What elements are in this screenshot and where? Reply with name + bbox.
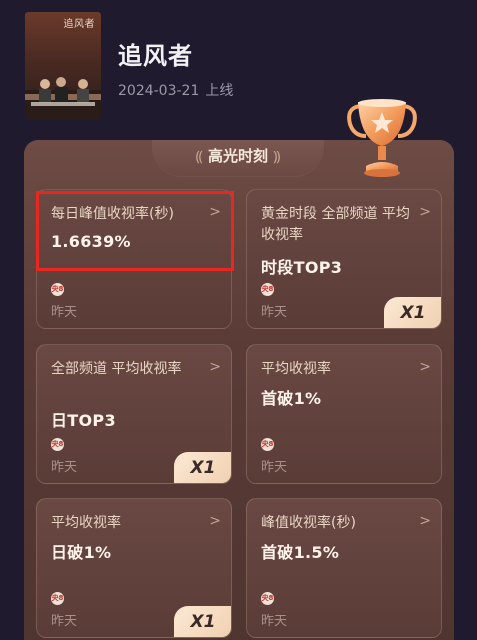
chevron-right-icon: > — [419, 359, 431, 375]
card-value: 日破1% — [51, 543, 112, 562]
count-badge: X1 — [384, 297, 441, 328]
highlights-title: ⸨ 高光时刻 ⸩ — [152, 145, 324, 166]
card-label: 黄金时段 全部频道 平均收视率 — [261, 206, 410, 243]
card-time: 昨天 — [51, 305, 78, 320]
highlight-card-2[interactable]: 黄金时段 全部频道 平均收视率 > 时段TOP3 央8 昨天 X1 — [246, 189, 442, 329]
cctv8-logo-icon: 央8 — [261, 283, 274, 296]
card-value: 首破1.5% — [261, 543, 340, 562]
release-info: 2024-03-21 上线 — [118, 80, 233, 100]
release-label: 上线 — [205, 83, 234, 99]
chevron-right-icon: > — [209, 359, 221, 375]
highlight-card-5[interactable]: 平均收视率 > 日破1% 央8 昨天 X1 — [36, 498, 232, 638]
card-value: 日TOP3 — [51, 411, 116, 430]
cctv8-logo-icon: 央8 — [51, 592, 64, 605]
card-value: 首破1% — [261, 389, 322, 408]
laurel-right-icon: ⸩ — [273, 149, 281, 165]
trophy-icon — [347, 99, 417, 177]
chevron-right-icon: > — [419, 513, 431, 529]
show-title: 追风者 — [118, 42, 193, 70]
card-time: 昨天 — [261, 305, 288, 320]
cctv8-logo-icon: 央8 — [51, 438, 64, 451]
selection-highlight-box — [36, 191, 234, 271]
highlight-card-6[interactable]: 峰值收视率(秒) > 首破1.5% 央8 昨天 — [246, 498, 442, 638]
card-time: 昨天 — [51, 460, 78, 475]
cctv8-logo-icon: 央8 — [261, 592, 274, 605]
poster-artwork — [25, 77, 101, 120]
poster-title-text: 追风者 — [63, 19, 95, 30]
cctv8-logo-icon: 央8 — [261, 438, 274, 451]
show-poster[interactable]: 追风者 — [25, 12, 101, 120]
card-label: 平均收视率 — [51, 515, 121, 531]
chevron-right-icon: > — [209, 513, 221, 529]
highlight-card-4[interactable]: 平均收视率 > 首破1% 央8 昨天 — [246, 344, 442, 484]
cctv8-logo-icon: 央8 — [51, 283, 64, 296]
card-label: 峰值收视率(秒) — [261, 515, 356, 531]
highlight-card-3[interactable]: 全部频道 平均收视率 > 日TOP3 央8 昨天 X1 — [36, 344, 232, 484]
chevron-right-icon: > — [419, 204, 431, 220]
card-value: 时段TOP3 — [261, 258, 343, 277]
laurel-left-icon: ⸨ — [195, 149, 203, 165]
card-time: 昨天 — [51, 614, 78, 629]
release-date: 2024-03-21 — [118, 83, 200, 99]
count-badge: X1 — [174, 452, 231, 483]
count-badge: X1 — [174, 606, 231, 637]
card-label: 全部频道 平均收视率 — [51, 361, 182, 377]
highlights-title-text: 高光时刻 — [207, 147, 268, 165]
card-label: 平均收视率 — [261, 361, 331, 377]
card-time: 昨天 — [261, 614, 288, 629]
card-time: 昨天 — [261, 460, 288, 475]
